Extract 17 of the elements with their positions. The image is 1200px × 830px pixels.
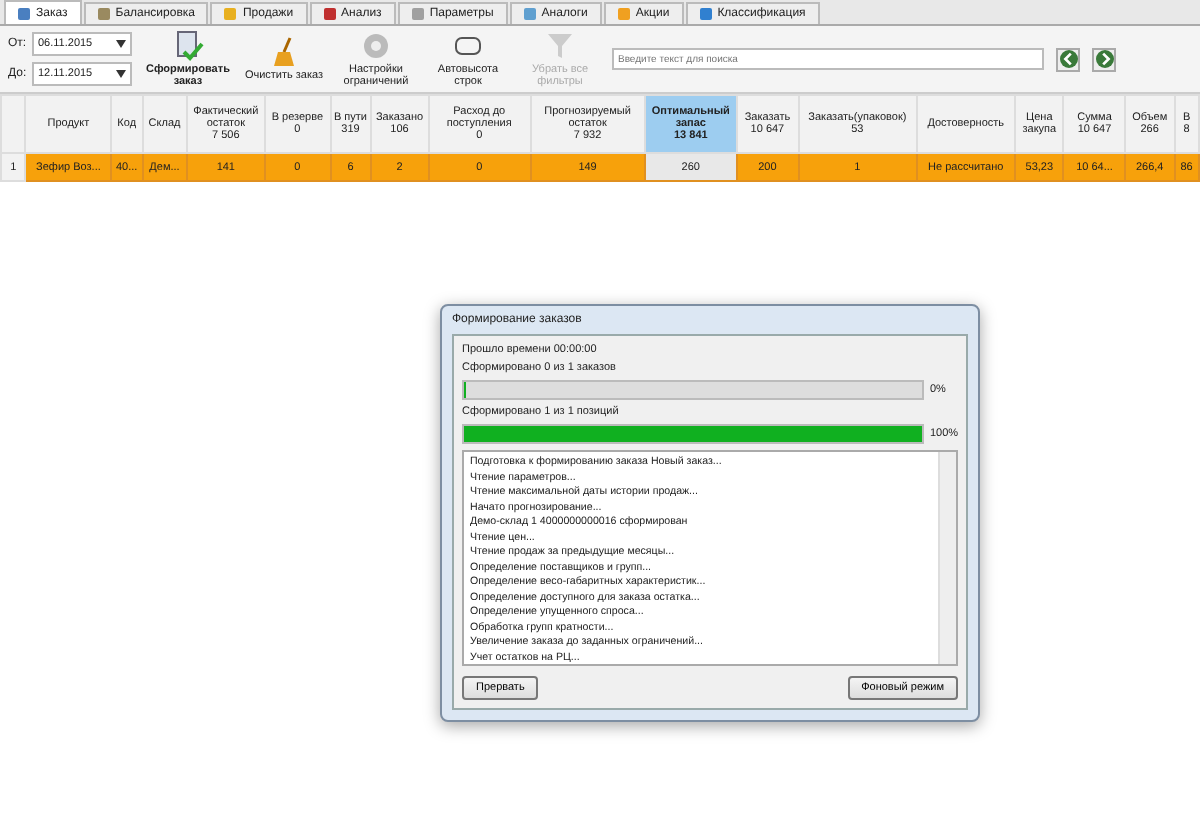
scrollbar[interactable] <box>938 452 956 664</box>
tab-icon <box>224 8 237 20</box>
forward-button[interactable] <box>1092 47 1116 71</box>
tab-icon <box>323 8 336 20</box>
broom-icon <box>268 36 300 68</box>
tab-icon <box>97 8 110 20</box>
tab-icon <box>411 8 424 20</box>
left-arrow-icon <box>1059 50 1077 68</box>
tab-icon <box>18 7 30 19</box>
dropdown-caret-icon <box>116 70 126 78</box>
right-arrow-icon <box>1095 50 1113 68</box>
document-check-icon <box>172 30 204 62</box>
back-button[interactable] <box>1056 47 1080 71</box>
tab-icon <box>699 8 712 20</box>
dropdown-caret-icon <box>116 40 126 48</box>
tab-icon <box>617 8 630 20</box>
tab-icon <box>523 8 536 20</box>
